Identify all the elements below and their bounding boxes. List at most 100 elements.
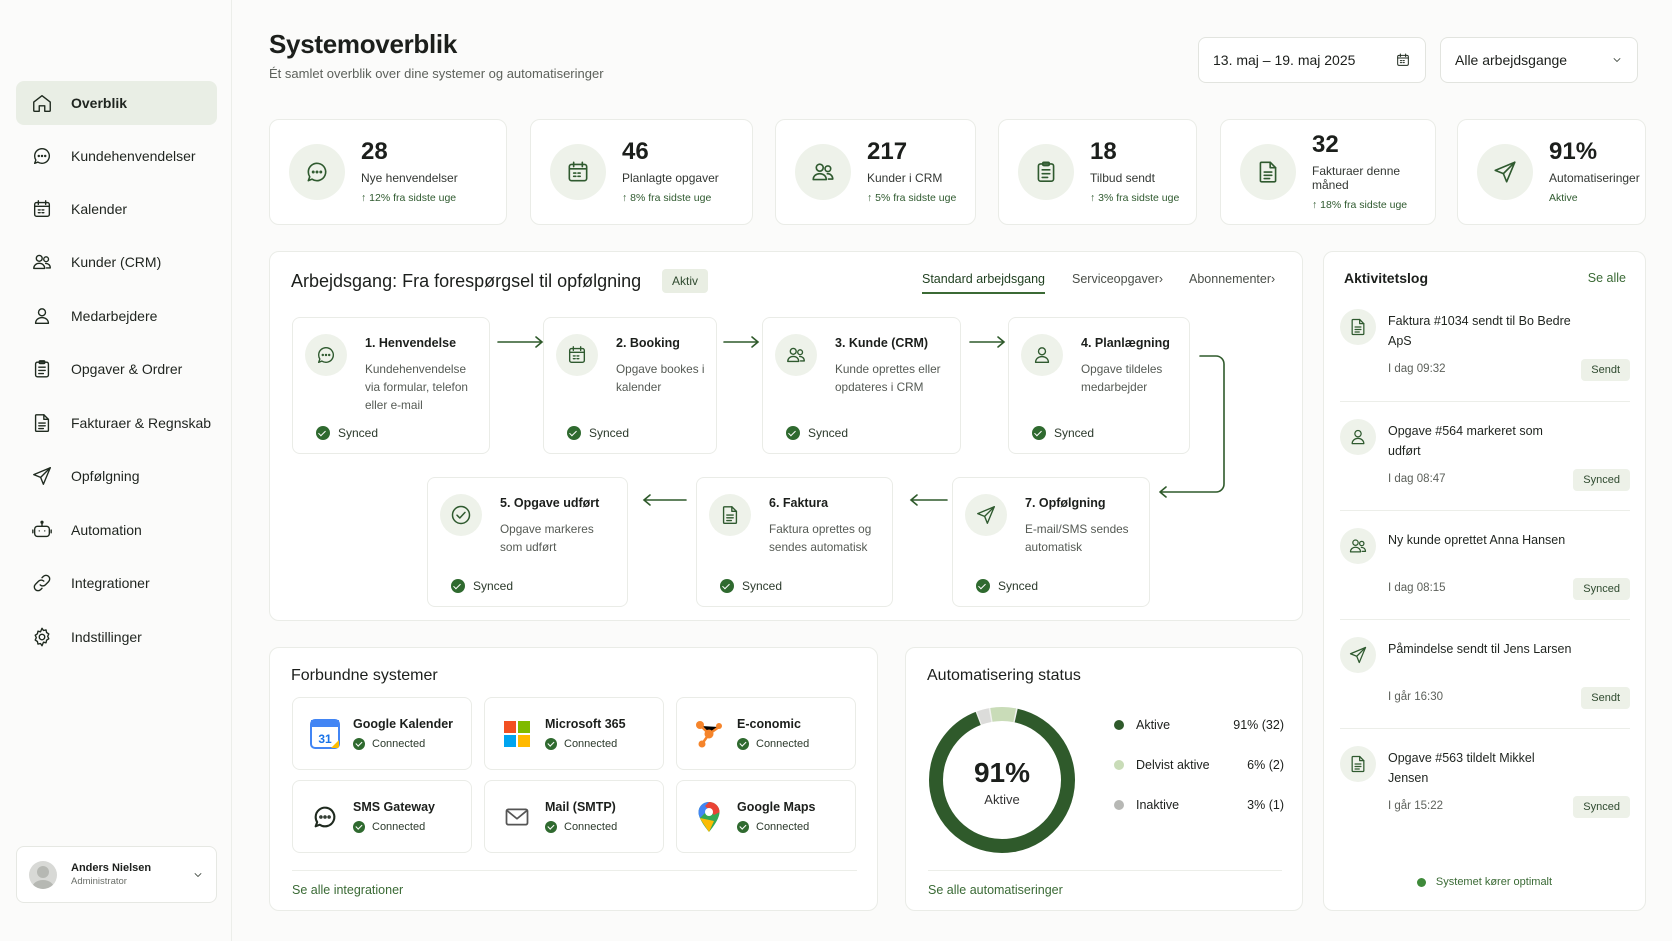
stat-card-fakturaer[interactable]: 32 Fakturaer denne måned ↑ 18% fra sidst…: [1220, 119, 1436, 225]
sidebar-item-kalender[interactable]: Kalender: [16, 187, 217, 231]
workflow-step-faktura[interactable]: 6. Faktura Faktura oprettes og sendes au…: [696, 477, 893, 607]
sidebar-item-opgaver[interactable]: Opgaver & Ordrer: [16, 347, 217, 391]
sidebar-item-indstillinger[interactable]: Indstillinger: [16, 615, 217, 659]
stat-card-automatiseringer[interactable]: 91% Automatiseringer Aktive: [1457, 119, 1646, 225]
activity-text: Opgave #563 tildelt Mikkel Jensen: [1388, 751, 1535, 785]
sidebar-item-fakturaer[interactable]: Fakturaer & Regnskab: [16, 401, 217, 445]
sidebar-item-automation[interactable]: Automation: [16, 508, 217, 552]
activity-log-card: Aktivitetslog Se alle Faktura #1034 send…: [1323, 251, 1646, 911]
invoice-icon: [1348, 317, 1368, 337]
sidebar-item-label: Integrationer: [71, 575, 150, 591]
microsoft-icon: [501, 718, 533, 750]
activity-item[interactable]: Ny kunde oprettet Anna Hansen I dag 08:1…: [1340, 528, 1630, 608]
sidebar-item-medarbejdere[interactable]: Medarbejdere: [16, 294, 217, 338]
system-microsoft-365[interactable]: Microsoft 365 Connected: [484, 697, 664, 770]
see-all-activity-link[interactable]: Se alle: [1588, 271, 1626, 285]
arrow-left-icon: [909, 494, 948, 506]
workflow-step-opfolgning[interactable]: 7. Opfølgning E-mail/SMS sendes automati…: [952, 477, 1150, 607]
sidebar-item-kundehenvendelser[interactable]: Kundehenvendelser: [16, 134, 217, 178]
stat-card-opgaver[interactable]: 46 Planlagte opgaver ↑ 8% fra sidste uge: [530, 119, 753, 225]
automation-donut-chart: 91% Aktive: [929, 707, 1075, 853]
stat-card-henvendelser[interactable]: 28 Nye henvendelser ↑ 12% fra sidste uge: [269, 119, 507, 225]
sidebar-item-integrationer[interactable]: Integrationer: [16, 561, 217, 605]
step-title: 5. Opgave udført: [500, 496, 600, 510]
sidebar-item-label: Automation: [71, 522, 142, 538]
check-icon: [1032, 426, 1046, 440]
stat-value: 18: [1090, 138, 1117, 165]
chevron-down-icon: [1613, 58, 1621, 62]
page-subtitle: Ét samlet overblik over dine systemer og…: [269, 66, 604, 81]
system-google-maps[interactable]: Google Maps Connected: [676, 780, 856, 853]
system-mail-smtp[interactable]: Mail (SMTP) Connected: [484, 780, 664, 853]
invoice-icon: [719, 504, 741, 526]
stat-value: 32: [1312, 131, 1339, 158]
sync-status: Synced: [316, 426, 378, 440]
sidebar-item-opfolgning[interactable]: Opfølgning: [16, 454, 217, 498]
tab-serviceopgaver[interactable]: Serviceopgaver›: [1072, 272, 1163, 286]
workflow-step-henvendelse[interactable]: 1. Henvendelse Kundehenvendelse via form…: [292, 317, 490, 454]
invoice-icon: [1255, 159, 1281, 185]
sidebar-item-label: Kunder (CRM): [71, 254, 162, 270]
system-name: E-conomic: [737, 717, 801, 731]
stat-card-tilbud[interactable]: 18 Tilbud sendt ↑ 3% fra sidste uge: [998, 119, 1197, 225]
maps-pin-icon: [693, 801, 725, 833]
activity-time: I går 16:30: [1388, 691, 1443, 703]
step-title: 3. Kunde (CRM): [835, 336, 929, 350]
activity-text: Ny kunde oprettet Anna Hansen: [1388, 533, 1566, 547]
system-e-conomic[interactable]: E-conomic Connected: [676, 697, 856, 770]
see-all-automations-link[interactable]: Se alle automatiseringer: [928, 883, 1063, 897]
workflow-step-udfort[interactable]: 5. Opgave udført Opgave markeres som udf…: [427, 477, 628, 607]
status-badge: Sendt: [1581, 359, 1630, 381]
tab-abonnementer[interactable]: Abonnementer›: [1189, 272, 1275, 286]
workflow-step-kunde[interactable]: 3. Kunde (CRM) Kunde oprettes eller opda…: [762, 317, 961, 454]
sidebar-item-label: Kundehenvendelser: [71, 148, 196, 164]
connection-status: Connected: [353, 738, 453, 750]
stat-label: Automatiseringer: [1549, 171, 1640, 185]
activity-item[interactable]: Påmindelse sendt til Jens Larsen I går 1…: [1340, 637, 1630, 717]
activity-item[interactable]: Faktura #1034 sendt til Bo Bedre ApS I d…: [1340, 309, 1630, 389]
calendar-icon: [31, 198, 53, 220]
link-icon: [31, 572, 53, 594]
sidebar-item-overblik[interactable]: Overblik: [16, 81, 217, 125]
chevron-down-icon: [194, 872, 202, 877]
users-icon: [1348, 536, 1368, 556]
stat-label: Fakturaer denne måned: [1312, 164, 1401, 192]
status-badge: Sendt: [1581, 687, 1630, 709]
user-role: Administrator: [71, 876, 127, 887]
step-title: 7. Opfølgning: [1025, 496, 1106, 510]
check-icon: [567, 426, 581, 440]
step-title: 1. Henvendelse: [365, 336, 457, 350]
sidebar-item-kunder[interactable]: Kunder (CRM): [16, 240, 217, 284]
section-title: Forbundne systemer: [291, 667, 438, 684]
mail-icon: [501, 801, 533, 833]
clipboard-icon: [1033, 159, 1059, 185]
stat-card-kunder[interactable]: 217 Kunder i CRM ↑ 5% fra sidste uge: [775, 119, 976, 225]
check-icon: [545, 738, 557, 750]
chat-icon: [304, 159, 330, 185]
see-all-integrations-link[interactable]: Se alle integrationer: [292, 883, 403, 897]
legend-row-inaktive: Inaktive 3% (1): [1114, 798, 1284, 812]
activity-text: Faktura #1034 sendt til Bo Bedre ApS: [1388, 314, 1571, 348]
connection-status: Connected: [737, 738, 809, 750]
tab-standard[interactable]: Standard arbejdsgang: [922, 272, 1046, 294]
user-menu[interactable]: Anders Nielsen Administrator: [16, 846, 217, 903]
sync-status: Synced: [786, 426, 848, 440]
system-google-kalender[interactable]: 31 Google Kalender Connected: [292, 697, 472, 770]
sync-status: Synced: [451, 579, 513, 593]
date-range-value: 13. maj – 19. maj 2025: [1213, 52, 1356, 68]
check-icon: [316, 426, 330, 440]
users-icon: [31, 251, 53, 273]
sms-icon: [309, 801, 341, 833]
activity-item[interactable]: Opgave #564 markeret som udført I dag 08…: [1340, 419, 1630, 499]
stat-change: ↑ 18% fra sidste uge: [1312, 199, 1408, 211]
activity-item[interactable]: Opgave #563 tildelt Mikkel Jensen I går …: [1340, 746, 1630, 826]
workflow-filter-select[interactable]: Alle arbejdsgange: [1440, 37, 1638, 83]
status-dot: [1416, 877, 1426, 887]
step-description: Kundehenvendelse via formular, telefon e…: [365, 362, 468, 412]
system-name: SMS Gateway: [353, 800, 435, 814]
system-sms-gateway[interactable]: SMS Gateway Connected: [292, 780, 472, 853]
calendar-icon: [565, 159, 591, 185]
date-range-picker[interactable]: 13. maj – 19. maj 2025: [1198, 37, 1426, 83]
sidebar-item-label: Opgaver & Ordrer: [71, 361, 183, 377]
check-icon: [737, 821, 749, 833]
